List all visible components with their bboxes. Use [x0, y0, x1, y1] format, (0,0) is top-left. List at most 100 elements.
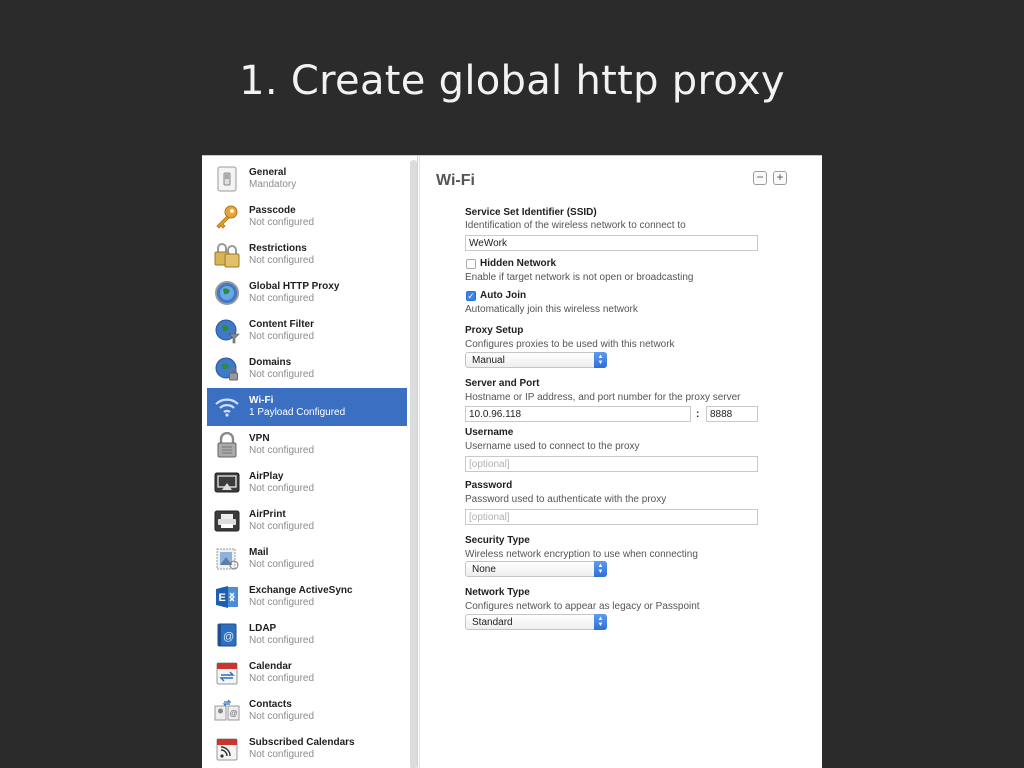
- sidebar-item-subtitle: Not configured: [249, 711, 315, 722]
- globe-icon: [213, 279, 241, 307]
- hidden-network-checkbox[interactable]: [466, 259, 476, 269]
- sidebar-item-title: LDAP: [249, 623, 277, 634]
- sidebar-item-subtitle: Not configured: [249, 483, 315, 494]
- sidebar-item-subtitle: Not configured: [249, 293, 315, 304]
- network-type-select[interactable]: Standard ▲ ▼: [465, 614, 607, 630]
- sidebar-item-subtitle: Not configured: [249, 445, 315, 456]
- contacts-icon: @: [213, 697, 241, 725]
- sidebar-item-title: AirPrint: [249, 509, 286, 520]
- username-label: Username: [465, 427, 514, 438]
- ssid-label: Service Set Identifier (SSID): [465, 207, 597, 218]
- username-input[interactable]: [optional]: [465, 456, 758, 472]
- hidden-network-description: Enable if target network is not open or …: [465, 272, 694, 283]
- add-payload-button[interactable]: +: [773, 171, 787, 185]
- sidebar-item-contacts[interactable]: @ Contacts Not configured: [207, 692, 407, 730]
- payload-list: General Mandatory Passcode Not configured …: [207, 160, 407, 768]
- sidebar-item-title: AirPlay: [249, 471, 284, 482]
- sidebar-item-subscribed-calendars[interactable]: Subscribed Calendars Not configured: [207, 730, 407, 768]
- proxy-server-input[interactable]: 10.0.96.118: [465, 406, 691, 422]
- sidebar-item-subtitle: Not configured: [249, 331, 315, 342]
- subscribed-calendar-icon: [213, 735, 241, 763]
- sidebar-item-title: Mail: [249, 547, 269, 558]
- ssid-description: Identification of the wireless network t…: [465, 220, 686, 231]
- select-arrows-icon: ▲ ▼: [594, 352, 607, 368]
- password-description: Password used to authenticate with the p…: [465, 494, 667, 505]
- ldap-book-icon: @: [213, 621, 241, 649]
- airplay-icon: [213, 469, 241, 497]
- sidebar-scrollbar[interactable]: [410, 160, 417, 768]
- slide-title: 1. Create global http proxy: [239, 58, 785, 104]
- payload-sidebar: General Mandatory Passcode Not configured …: [202, 156, 418, 768]
- security-type-select[interactable]: None ▲ ▼: [465, 561, 607, 577]
- sidebar-item-title: Restrictions: [249, 243, 307, 254]
- auto-join-label: Auto Join: [480, 290, 527, 301]
- port-separator: :: [696, 409, 700, 420]
- network-type-label: Network Type: [465, 587, 530, 598]
- sidebar-item-content-filter[interactable]: Content Filter Not configured: [207, 312, 407, 350]
- hidden-network-label: Hidden Network: [480, 258, 557, 269]
- auto-join-checkbox[interactable]: ✓: [466, 291, 476, 301]
- sidebar-item-ldap[interactable]: @ LDAP Not configured: [207, 616, 407, 654]
- sidebar-item-subtitle: Not configured: [249, 255, 315, 266]
- sidebar-item-title: Exchange ActiveSync: [249, 585, 353, 596]
- security-type-value: None: [472, 564, 496, 575]
- wifi-icon: [213, 393, 241, 421]
- sidebar-item-exchange-activesync[interactable]: E Exchange ActiveSync Not configured: [207, 578, 407, 616]
- sidebar-item-vpn[interactable]: VPN Not configured: [207, 426, 407, 464]
- password-input[interactable]: [optional]: [465, 509, 758, 525]
- sidebar-item-title: Global HTTP Proxy: [249, 281, 340, 292]
- sidebar-item-restrictions[interactable]: Restrictions Not configured: [207, 236, 407, 274]
- security-type-description: Wireless network encryption to use when …: [465, 549, 698, 560]
- padlocks-icon: [213, 241, 241, 269]
- svg-text:E: E: [219, 592, 226, 604]
- sidebar-item-mail[interactable]: Mail Not configured: [207, 540, 407, 578]
- security-type-label: Security Type: [465, 535, 530, 546]
- exchange-icon: E: [213, 583, 241, 611]
- sidebar-item-subtitle: Not configured: [249, 673, 315, 684]
- network-type-description: Configures network to appear as legacy o…: [465, 601, 700, 612]
- sidebar-item-subtitle: Not configured: [249, 369, 315, 380]
- sidebar-item-title: Wi-Fi: [249, 395, 274, 406]
- pane-title: Wi-Fi: [436, 172, 475, 189]
- password-label: Password: [465, 480, 513, 491]
- sidebar-item-title: Calendar: [249, 661, 292, 672]
- sidebar-item-title: Passcode: [249, 205, 296, 216]
- sidebar-item-global-http-proxy[interactable]: Global HTTP Proxy Not configured: [207, 274, 407, 312]
- sidebar-item-title: Domains: [249, 357, 292, 368]
- ssid-input[interactable]: WeWork: [465, 235, 758, 251]
- sidebar-item-subtitle: Not configured: [249, 635, 315, 646]
- sidebar-item-subtitle: Not configured: [249, 217, 315, 228]
- vpn-lock-icon: [213, 431, 241, 459]
- globe-filter-icon: [213, 317, 241, 345]
- proxy-port-input[interactable]: 8888: [706, 406, 758, 422]
- sidebar-item-title: General: [249, 167, 287, 178]
- sidebar-item-subtitle: Not configured: [249, 749, 315, 760]
- general-switch-icon: [213, 165, 241, 193]
- auto-join-description: Automatically join this wireless network: [465, 304, 638, 315]
- sidebar-item-subtitle: Mandatory: [249, 179, 297, 190]
- sidebar-item-subtitle: Not configured: [249, 521, 315, 532]
- sidebar-item-wifi[interactable]: Wi-Fi 1 Payload Configured: [207, 388, 407, 426]
- username-description: Username used to connect to the proxy: [465, 441, 640, 452]
- wifi-settings-pane: Wi-Fi − + Service Set Identifier (SSID) …: [419, 156, 822, 768]
- proxy-setup-select[interactable]: Manual ▲ ▼: [465, 352, 607, 368]
- server-port-description: Hostname or IP address, and port number …: [465, 392, 741, 403]
- sidebar-item-airprint[interactable]: AirPrint Not configured: [207, 502, 407, 540]
- remove-payload-button[interactable]: −: [753, 171, 767, 185]
- sidebar-item-title: Contacts: [249, 699, 292, 710]
- sidebar-item-calendar[interactable]: Calendar Not configured: [207, 654, 407, 692]
- sidebar-item-subtitle: Not configured: [249, 597, 315, 608]
- sidebar-item-general[interactable]: General Mandatory: [207, 160, 407, 198]
- sidebar-item-title: Content Filter: [249, 319, 314, 330]
- proxy-setup-description: Configures proxies to be used with this …: [465, 339, 675, 350]
- proxy-setup-label: Proxy Setup: [465, 325, 524, 336]
- calendar-icon: [213, 659, 241, 687]
- key-icon: [213, 203, 241, 231]
- sidebar-item-passcode[interactable]: Passcode Not configured: [207, 198, 407, 236]
- sidebar-item-subtitle: Not configured: [249, 559, 315, 570]
- select-arrows-icon: ▲ ▼: [594, 614, 607, 630]
- printer-icon: [213, 507, 241, 535]
- network-type-value: Standard: [472, 617, 513, 628]
- sidebar-item-domains[interactable]: Domains Not configured: [207, 350, 407, 388]
- sidebar-item-airplay[interactable]: AirPlay Not configured: [207, 464, 407, 502]
